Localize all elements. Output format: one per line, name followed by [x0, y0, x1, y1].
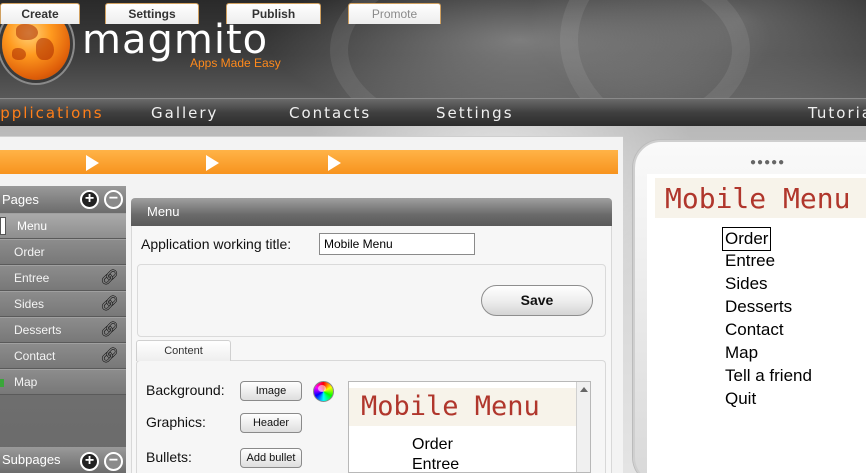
- page-item-entree[interactable]: Entree 🔗︎: [0, 265, 126, 291]
- page-item-desserts[interactable]: Desserts 🔗︎: [0, 317, 126, 343]
- add-bullet-button[interactable]: Add bullet: [240, 448, 302, 468]
- nav-settings[interactable]: Settings: [436, 104, 514, 122]
- map-page-indicator: [0, 379, 4, 387]
- page-item-order[interactable]: Order: [0, 239, 126, 265]
- menu-preview: Mobile Menu Order Entree: [348, 381, 591, 473]
- step-arrow-icon: [206, 155, 219, 171]
- page-item-label: Order: [14, 245, 45, 259]
- phone-speaker: ●●●●●: [750, 157, 786, 168]
- selected-page-marker: [0, 217, 6, 235]
- phone-menu-item[interactable]: Desserts: [725, 296, 792, 318]
- preview-item: Order: [412, 436, 453, 453]
- phone-menu-item[interactable]: Sides: [725, 273, 768, 295]
- step-arrow-icon: [328, 155, 341, 171]
- subpages-title: Subpages: [2, 452, 61, 467]
- link-icon[interactable]: 🔗︎: [100, 322, 119, 338]
- main-nav: Applications Gallery Contacts Settings T…: [0, 98, 866, 126]
- save-button[interactable]: Save: [481, 285, 593, 316]
- page-item-sides[interactable]: Sides 🔗︎: [0, 291, 126, 317]
- working-title-label: Application working title:: [141, 236, 292, 252]
- phone-screen: Mobile Menu Order Entree Sides Desserts …: [647, 174, 866, 473]
- scroll-up-icon[interactable]: [580, 387, 588, 392]
- add-page-icon[interactable]: +: [80, 190, 99, 209]
- pages-title: Pages: [2, 192, 39, 207]
- step-create[interactable]: Create: [0, 3, 80, 24]
- step-promote[interactable]: Promote: [348, 3, 441, 24]
- phone-menu-item-selected[interactable]: Order: [722, 227, 772, 251]
- phone-menu-item[interactable]: Tell a friend: [725, 365, 812, 387]
- page-item-label: Contact: [14, 349, 56, 363]
- phone-menu-item[interactable]: Contact: [725, 319, 784, 341]
- preview-item: Entree: [412, 456, 460, 473]
- preview-scrollbar[interactable]: [576, 382, 590, 472]
- tab-content[interactable]: Content: [136, 340, 231, 361]
- preview-header: Mobile Menu: [349, 388, 581, 426]
- section-title: Menu: [147, 204, 180, 219]
- link-icon[interactable]: 🔗︎: [100, 348, 119, 364]
- phone-menu-item[interactable]: Entree: [725, 250, 775, 272]
- phone-menu-item[interactable]: Map: [725, 342, 758, 364]
- page-item-label: Sides: [14, 297, 45, 311]
- step-arrow-icon: [86, 155, 99, 171]
- brand-name[interactable]: magmito: [82, 20, 268, 60]
- background-image-button[interactable]: Image: [240, 381, 302, 401]
- remove-subpage-icon[interactable]: −: [104, 452, 123, 471]
- link-icon[interactable]: 🔗︎: [100, 270, 119, 286]
- page-item-contact[interactable]: Contact 🔗︎: [0, 343, 126, 369]
- background-label: Background:: [146, 382, 225, 398]
- nav-gallery[interactable]: Gallery: [151, 104, 218, 122]
- nav-tutorials[interactable]: Tutorials: [808, 104, 866, 122]
- nav-contacts[interactable]: Contacts: [289, 104, 371, 122]
- page-item-menu[interactable]: Menu: [0, 213, 126, 239]
- nav-applications[interactable]: Applications: [0, 104, 104, 122]
- link-icon[interactable]: 🔗︎: [100, 296, 119, 312]
- brand-tagline: Apps Made Easy: [190, 56, 281, 70]
- page-item-label: Menu: [17, 219, 48, 233]
- phone-header: Mobile Menu: [655, 178, 866, 218]
- page-item-map[interactable]: Map: [0, 369, 126, 395]
- remove-page-icon[interactable]: −: [104, 190, 123, 209]
- working-title-input[interactable]: [319, 233, 475, 255]
- step-settings[interactable]: Settings: [105, 3, 199, 24]
- page-item-label: Desserts: [14, 323, 62, 337]
- page-item-label: Entree: [14, 271, 50, 285]
- phone-menu-item[interactable]: Quit: [725, 388, 756, 410]
- step-publish[interactable]: Publish: [226, 3, 321, 24]
- header-swoosh: [560, 0, 866, 100]
- add-subpage-icon[interactable]: +: [80, 452, 99, 471]
- section-title-bar: Menu: [131, 198, 612, 226]
- graphics-label: Graphics:: [146, 414, 206, 430]
- graphics-header-button[interactable]: Header: [240, 413, 302, 433]
- color-picker-icon[interactable]: [313, 381, 334, 402]
- page-item-label: Map: [14, 375, 38, 389]
- bullets-label: Bullets:: [146, 449, 192, 465]
